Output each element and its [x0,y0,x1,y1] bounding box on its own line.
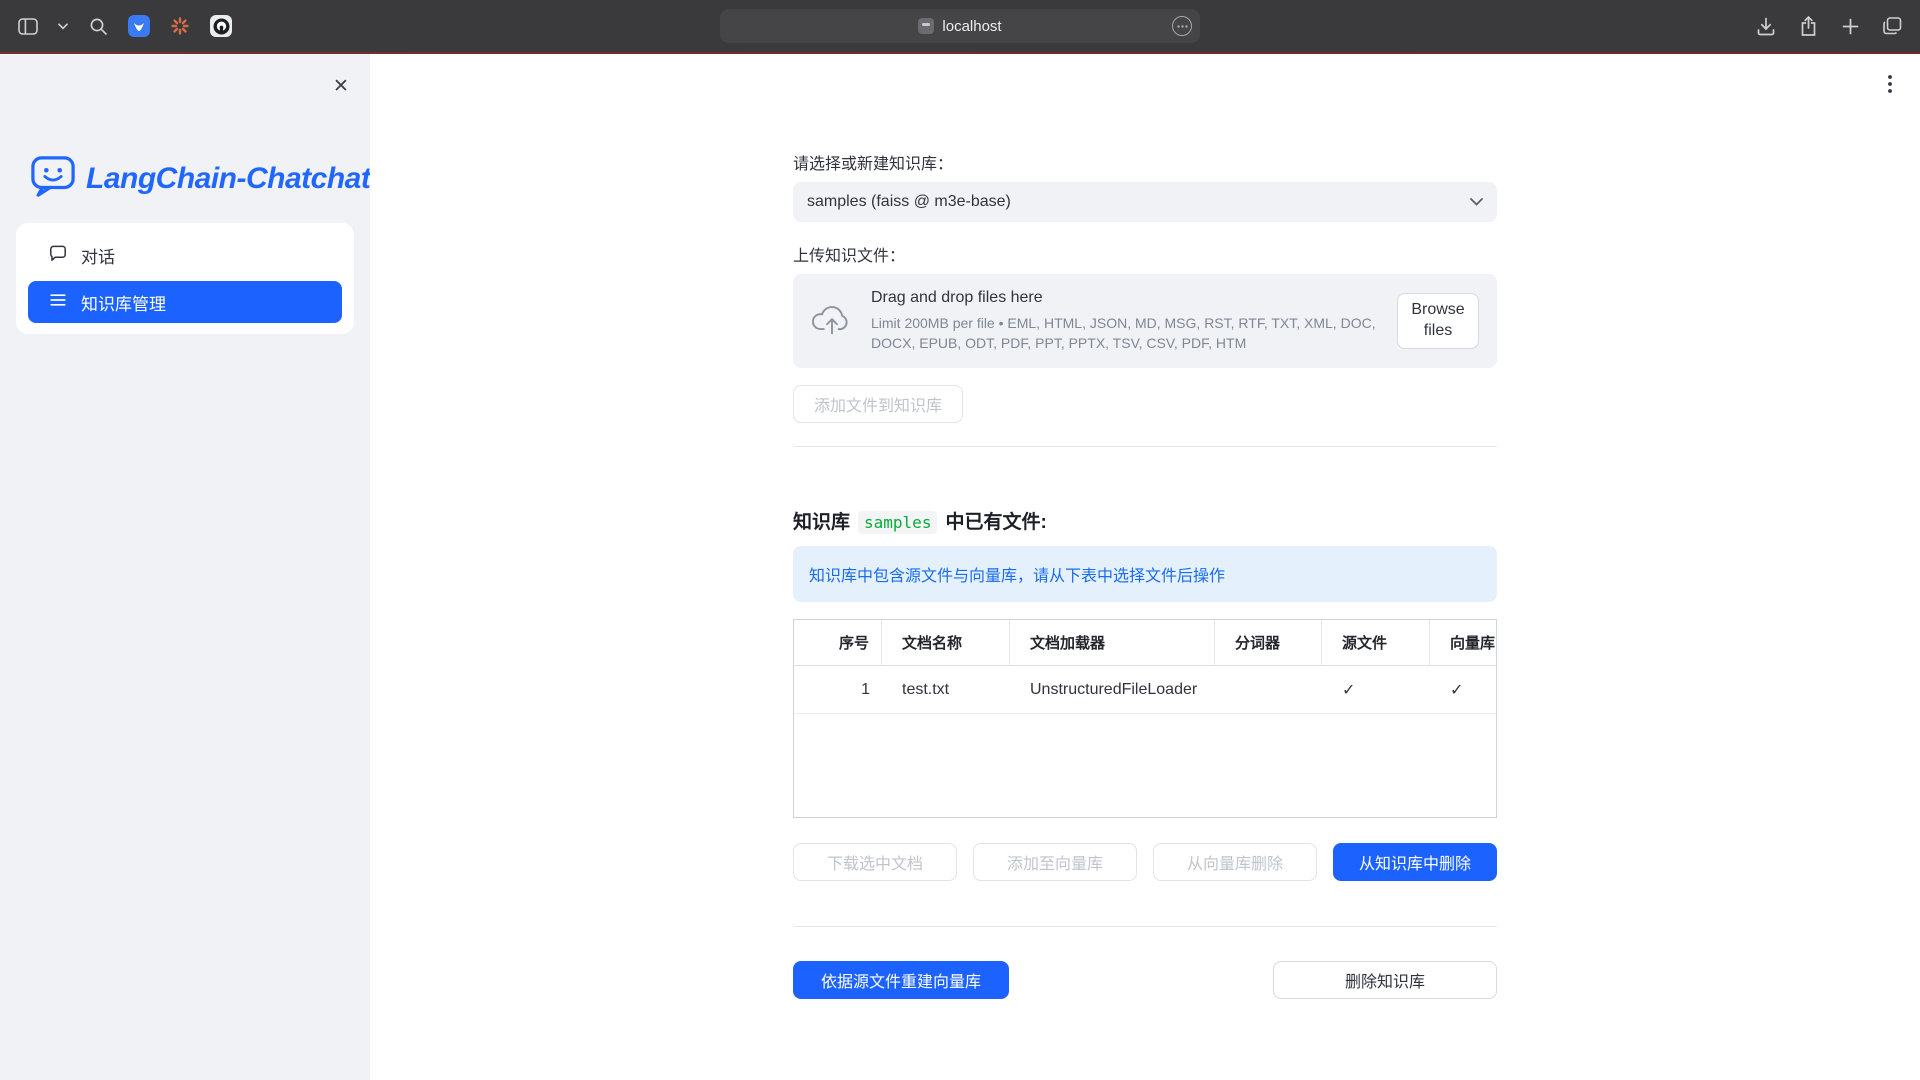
site-favicon [918,18,934,34]
app-logo: LangChain-Chatchat [30,154,370,203]
sidebar-nav: 对话 知识库管理 [16,223,354,334]
toolbar-left-group [16,0,233,52]
address-bar[interactable]: localhost [720,9,1200,43]
logo-chat-icon [30,154,76,203]
kb-select[interactable]: samples (faiss @ m3e-base) [793,182,1497,222]
cell-index: 1 [794,666,882,713]
add-to-vector-store-button[interactable]: 添加至向量库 [973,843,1137,881]
pinned-site-icon-orange[interactable] [168,14,192,38]
kb-select-value: samples (faiss @ m3e-base) [807,193,1470,211]
files-table: 序号 文档名称 文档加载器 分词器 源文件 向量库 1 test.txt Uns… [793,619,1497,818]
remove-from-vector-store-button[interactable]: 从向量库删除 [1153,843,1317,881]
kb-heading-suffix: 中已有文件: [945,507,1046,534]
toolbar-right-group [1754,0,1904,52]
cloud-upload-icon [811,302,853,341]
main-column: 请选择或新建知识库： samples (faiss @ m3e-base) 上传… [793,54,1497,999]
extensions-ellipsis-icon[interactable] [1172,16,1192,36]
bottom-buttons: 依据源文件重建向量库 删除知识库 [793,961,1497,999]
screen: localhost ✕ [0,0,1920,1080]
browser-toolbar: localhost [0,0,1920,52]
table-empty-area [794,714,1496,817]
info-alert: 知识库中包含源文件与向量库，请从下表中选择文件后操作 [793,546,1497,602]
cell-vector-check: ✓ [1430,666,1496,713]
pinned-site-icon-github[interactable] [209,14,233,38]
sidebar-item-label: 对话 [81,243,115,268]
sidebar-item-dialogue[interactable]: 对话 [28,234,342,276]
main-content: 请选择或新建知识库： samples (faiss @ m3e-base) 上传… [370,54,1920,1080]
upload-label: 上传知识文件： [793,242,1497,266]
divider [793,926,1497,927]
table-header-splitter[interactable]: 分词器 [1215,620,1322,665]
cell-source-check: ✓ [1322,666,1430,713]
divider [793,446,1497,447]
rebuild-vector-store-button[interactable]: 依据源文件重建向量库 [793,961,1009,999]
browse-files-button[interactable]: Browse files [1397,293,1479,349]
cell-filename: test.txt [882,666,1010,713]
logo-text: LangChain-Chatchat [86,162,370,196]
kb-select-label: 请选择或新建知识库： [793,150,1497,174]
sidebar: ✕ LangChain-Chatchat [0,54,370,1080]
kb-heading-prefix: 知识库 [793,507,850,534]
pinned-site-icon-blue[interactable] [127,14,151,38]
app-menu-icon[interactable] [1876,70,1904,98]
dropzone-title: Drag and drop files here [871,289,1379,307]
list-icon [48,290,68,315]
sidebar-close-icon[interactable]: ✕ [326,72,356,102]
table-header-row: 序号 文档名称 文档加载器 分词器 源文件 向量库 [794,620,1496,666]
search-icon[interactable] [86,14,110,38]
add-files-to-kb-button[interactable]: 添加文件到知识库 [793,385,963,423]
app-frame: ✕ LangChain-Chatchat [0,54,1920,1080]
new-tab-icon[interactable] [1838,14,1862,38]
file-dropzone[interactable]: Drag and drop files here Limit 200MB per… [793,274,1497,368]
cell-loader: UnstructuredFileLoader [1010,666,1215,713]
share-icon[interactable] [1796,14,1820,38]
delete-kb-button[interactable]: 删除知识库 [1273,961,1497,999]
url-text: localhost [942,18,1001,35]
kb-files-heading: 知识库 samples 中已有文件: [793,507,1497,534]
row-action-buttons: 下载选中文档 添加至向量库 从向量库删除 从知识库中删除 [793,843,1497,881]
table-header-loader[interactable]: 文档加载器 [1010,620,1215,665]
table-header-filename[interactable]: 文档名称 [882,620,1010,665]
cell-splitter [1215,666,1322,713]
dropzone-limit: Limit 200MB per file • EML, HTML, JSON, … [871,313,1379,354]
sidebar-item-label: 知识库管理 [81,290,166,315]
sidebar-toggle-icon[interactable] [16,14,40,38]
download-selected-button[interactable]: 下载选中文档 [793,843,957,881]
delete-from-kb-button[interactable]: 从知识库中删除 [1333,843,1497,881]
dropzone-text: Drag and drop files here Limit 200MB per… [871,289,1379,354]
chat-bubble-icon [48,243,68,268]
tab-overview-icon[interactable] [1880,14,1904,38]
table-row[interactable]: 1 test.txt UnstructuredFileLoader ✓ ✓ [794,666,1496,714]
chevron-down-icon[interactable] [57,14,69,38]
kb-name-code: samples [858,511,937,534]
table-header-source[interactable]: 源文件 [1322,620,1430,665]
sidebar-item-kb-management[interactable]: 知识库管理 [28,281,342,323]
table-header-index[interactable]: 序号 [794,620,882,665]
table-header-vector[interactable]: 向量库 [1430,620,1496,665]
select-chevron-down-icon [1470,193,1483,211]
downloads-icon[interactable] [1754,14,1778,38]
